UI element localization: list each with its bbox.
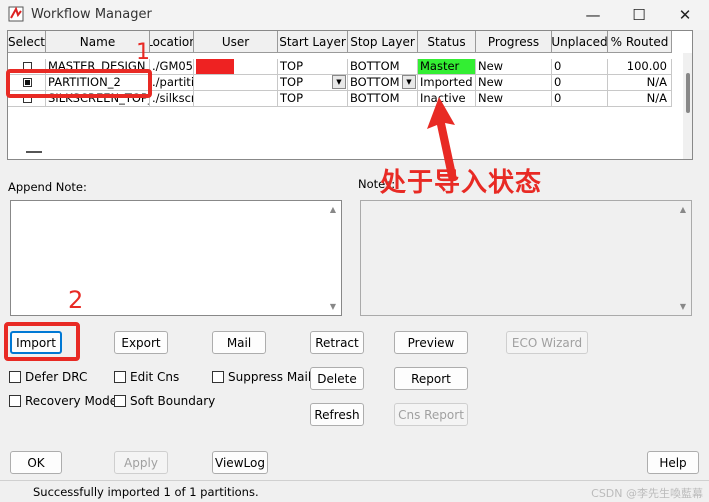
preview-button[interactable]: Preview <box>394 331 468 354</box>
grid-vertical-scrollbar[interactable] <box>683 53 692 159</box>
table-row-start-layer[interactable]: TOP <box>278 91 348 107</box>
start-layer-dropdown-icon[interactable]: ▼ <box>332 75 346 89</box>
scroll-up-icon[interactable]: ▲ <box>327 205 339 214</box>
column-header-status[interactable]: Status <box>418 31 476 53</box>
notes-textarea[interactable]: ▲ ▼ <box>360 200 692 316</box>
report-button[interactable]: Report <box>394 367 468 390</box>
annotation-number-2: 2 <box>68 286 84 314</box>
table-row-user[interactable] <box>194 75 278 91</box>
column-header-select[interactable]: Select <box>8 31 46 53</box>
table-row-unplaced[interactable]: 0 <box>552 59 608 75</box>
annotation-caption: 处于导入状态 <box>380 168 543 198</box>
table-row-start-layer[interactable]: TOP <box>278 59 348 75</box>
delete-button[interactable]: Delete <box>310 367 364 390</box>
user-redacted-block <box>196 59 234 74</box>
table-row-stop-layer[interactable]: BOTTOM <box>348 59 418 75</box>
ok-button[interactable]: OK <box>10 451 62 474</box>
append-note-textarea[interactable]: ▲ ▼ <box>10 200 342 316</box>
table-row-unplaced[interactable]: 0 <box>552 75 608 91</box>
table-row-stop-layer[interactable]: BOTTOM ▼ <box>348 75 418 91</box>
close-button[interactable]: ✕ <box>662 0 708 30</box>
table-row-status[interactable]: Master <box>418 59 476 75</box>
table-row-location[interactable]: ./GM052 <box>150 59 194 75</box>
window-title: Workflow Manager <box>31 7 152 22</box>
defer-drc-label: Defer DRC <box>25 370 88 384</box>
column-header-stop-layer[interactable]: Stop Layer <box>348 31 418 53</box>
checkbox-box[interactable] <box>9 371 21 383</box>
scroll-up-icon[interactable]: ▲ <box>677 205 689 214</box>
minimize-button[interactable]: — <box>570 0 616 30</box>
append-note-label: Append Note: <box>8 180 87 194</box>
table-row-location[interactable]: ./silkscre <box>150 91 194 107</box>
table-row-stop-layer[interactable]: BOTTOM <box>348 91 418 107</box>
defer-drc-checkbox[interactable]: Defer DRC <box>9 370 87 384</box>
suppress-mail-checkbox[interactable]: Suppress Mail <box>212 370 311 384</box>
suppress-mail-label: Suppress Mail <box>228 370 312 384</box>
scroll-down-icon[interactable]: ▼ <box>677 302 689 311</box>
eco-wizard-button[interactable]: ECO Wizard <box>506 331 588 354</box>
app-icon <box>8 6 24 22</box>
checkbox-box[interactable] <box>114 395 126 407</box>
table-row-routed[interactable]: 100.00 <box>608 59 672 75</box>
apply-button[interactable]: Apply <box>114 451 168 474</box>
status-message: Successfully imported 1 of 1 partitions. <box>33 485 259 499</box>
stop-layer-dropdown-icon[interactable]: ▼ <box>402 75 416 89</box>
retract-button[interactable]: Retract <box>310 331 364 354</box>
table-row-user[interactable] <box>194 59 278 75</box>
export-button[interactable]: Export <box>114 331 168 354</box>
table-row-status[interactable]: Imported <box>418 75 476 91</box>
annotation-number-1: 1 <box>136 40 150 65</box>
cns-report-button[interactable]: Cns Report <box>394 403 468 426</box>
column-header-routed[interactable]: % Routed <box>608 31 672 53</box>
start-layer-value: TOP <box>280 75 304 89</box>
soft-boundary-label: Soft Boundary <box>130 394 216 408</box>
column-header-name[interactable]: Name <box>46 31 150 53</box>
table-row-unplaced[interactable]: 0 <box>552 91 608 107</box>
maximize-button[interactable]: ☐ <box>616 0 662 30</box>
checkbox-box[interactable] <box>212 371 224 383</box>
stop-layer-value: BOTTOM <box>350 75 400 89</box>
table-row-user[interactable] <box>194 91 278 107</box>
soft-boundary-checkbox[interactable]: Soft Boundary <box>114 394 215 408</box>
column-header-progress[interactable]: Progress <box>476 31 552 53</box>
recovery-mode-label: Recovery Mode <box>25 394 118 408</box>
column-header-user[interactable]: User <box>194 31 278 53</box>
table-row-progress[interactable]: New <box>476 75 552 91</box>
table-row-routed[interactable]: N/A <box>608 75 672 91</box>
status-bar: Successfully imported 1 of 1 partitions.… <box>0 480 709 502</box>
checkbox-box[interactable] <box>114 371 126 383</box>
column-header-unplaced[interactable]: Unplaced <box>552 31 608 53</box>
table-row-start-layer[interactable]: TOP ▼ <box>278 75 348 91</box>
watermark: CSDN @李先生喚藍幕 <box>591 487 703 500</box>
edit-cns-label: Edit Cns <box>130 370 180 384</box>
table-row-progress[interactable]: New <box>476 59 552 75</box>
annotation-box-2 <box>4 322 80 361</box>
mail-button[interactable]: Mail <box>212 331 266 354</box>
checkbox-box[interactable] <box>9 395 21 407</box>
annotation-box-1 <box>6 69 152 98</box>
scroll-down-icon[interactable]: ▼ <box>327 302 339 311</box>
refresh-button[interactable]: Refresh <box>310 403 364 426</box>
table-row-routed[interactable]: N/A <box>608 91 672 107</box>
table-row-location[interactable]: ./partitio <box>150 75 194 91</box>
column-header-location[interactable]: Location <box>150 31 194 53</box>
scrollbar-thumb[interactable] <box>686 73 690 113</box>
viewlog-button[interactable]: ViewLog <box>212 451 268 474</box>
column-header-start-layer[interactable]: Start Layer <box>278 31 348 53</box>
edit-cns-checkbox[interactable]: Edit Cns <box>114 370 179 384</box>
help-button[interactable]: Help <box>647 451 699 474</box>
recovery-mode-checkbox[interactable]: Recovery Mode <box>9 394 117 408</box>
row-separator-indicator <box>26 151 42 153</box>
table-row-progress[interactable]: New <box>476 91 552 107</box>
